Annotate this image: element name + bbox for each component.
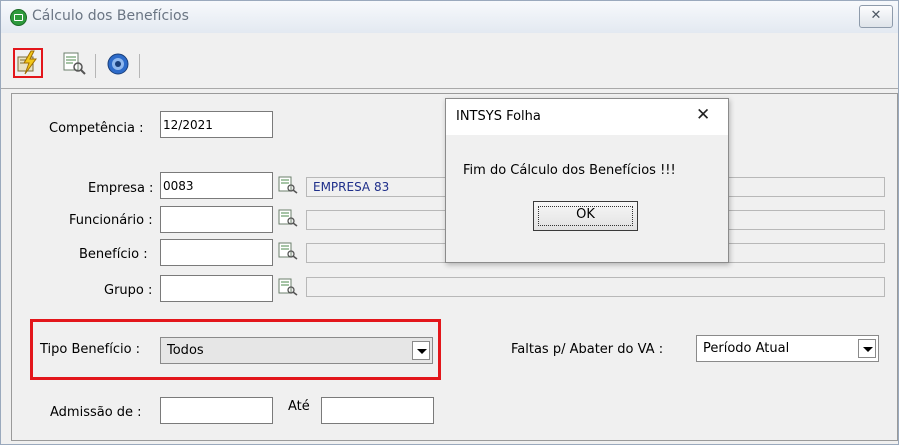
admissao-input[interactable] [160, 397, 273, 424]
search-doc-icon [63, 52, 86, 75]
title-bar: Cálculo dos Benefícios ✕ [1, 1, 898, 33]
lightning-calc-icon [17, 50, 37, 75]
window-title: Cálculo dos Benefícios [32, 8, 189, 24]
empresa-lookup-icon[interactable] [277, 176, 299, 194]
search-button[interactable] [61, 51, 87, 77]
empresa-label: Empresa : [88, 181, 154, 196]
toolbar-separator [139, 54, 140, 78]
toolbar-separator [95, 54, 96, 78]
funcionario-label: Funcionário : [69, 213, 153, 228]
beneficio-label: Benefício : [79, 247, 148, 262]
dialog-message: Fim do Cálculo dos Benefícios !!! [463, 163, 676, 178]
funcionario-lookup-icon[interactable] [277, 209, 299, 227]
funcionario-input[interactable] [160, 206, 273, 233]
beneficio-lookup-icon[interactable] [277, 242, 299, 260]
dialog-title: INTSYS Folha [456, 109, 541, 124]
empresa-input[interactable]: 0083 [160, 172, 273, 199]
beneficio-input[interactable] [160, 239, 273, 266]
calculo-beneficios-window: Cálculo dos Benefícios ✕ Competência: 1… [0, 0, 899, 445]
help-button[interactable] [105, 51, 131, 77]
calculate-button[interactable] [13, 48, 43, 78]
window-close-button[interactable]: ✕ [859, 5, 893, 28]
grupo-lookup-icon[interactable] [277, 278, 299, 296]
grupo-input[interactable] [160, 275, 273, 302]
dialog-close-icon[interactable]: ✕ [696, 105, 710, 125]
chevron-down-icon[interactable] [412, 341, 430, 360]
toolbar [1, 34, 898, 89]
ate-label: Até [288, 399, 310, 414]
tipo-beneficio-label: Tipo Benefício : [40, 342, 141, 357]
faltas-value: Período Atual [703, 341, 790, 356]
chevron-down-icon[interactable] [858, 339, 876, 358]
grupo-description [306, 277, 885, 297]
tipo-beneficio-select[interactable]: Todos [160, 337, 433, 364]
tipo-beneficio-value: Todos [167, 343, 204, 358]
competencia-input[interactable]: 12/2021 [160, 111, 273, 138]
app-icon [10, 9, 27, 26]
faltas-label: Faltas p/ Abater do VA : [511, 342, 664, 357]
admissao-label: Admissão de : [50, 405, 142, 420]
dialog-body: Fim do Cálculo dos Benefícios !!! OK [446, 135, 728, 262]
message-dialog: INTSYS Folha ✕ Fim do Cálculo dos Benefí… [445, 98, 729, 263]
help-info-icon [107, 53, 129, 75]
competencia-label: Competência : [49, 121, 144, 136]
ok-button[interactable]: OK [533, 201, 638, 231]
ate-input[interactable] [321, 397, 434, 424]
faltas-select[interactable]: Período Atual [696, 335, 879, 362]
grupo-label: Grupo : [104, 283, 153, 298]
